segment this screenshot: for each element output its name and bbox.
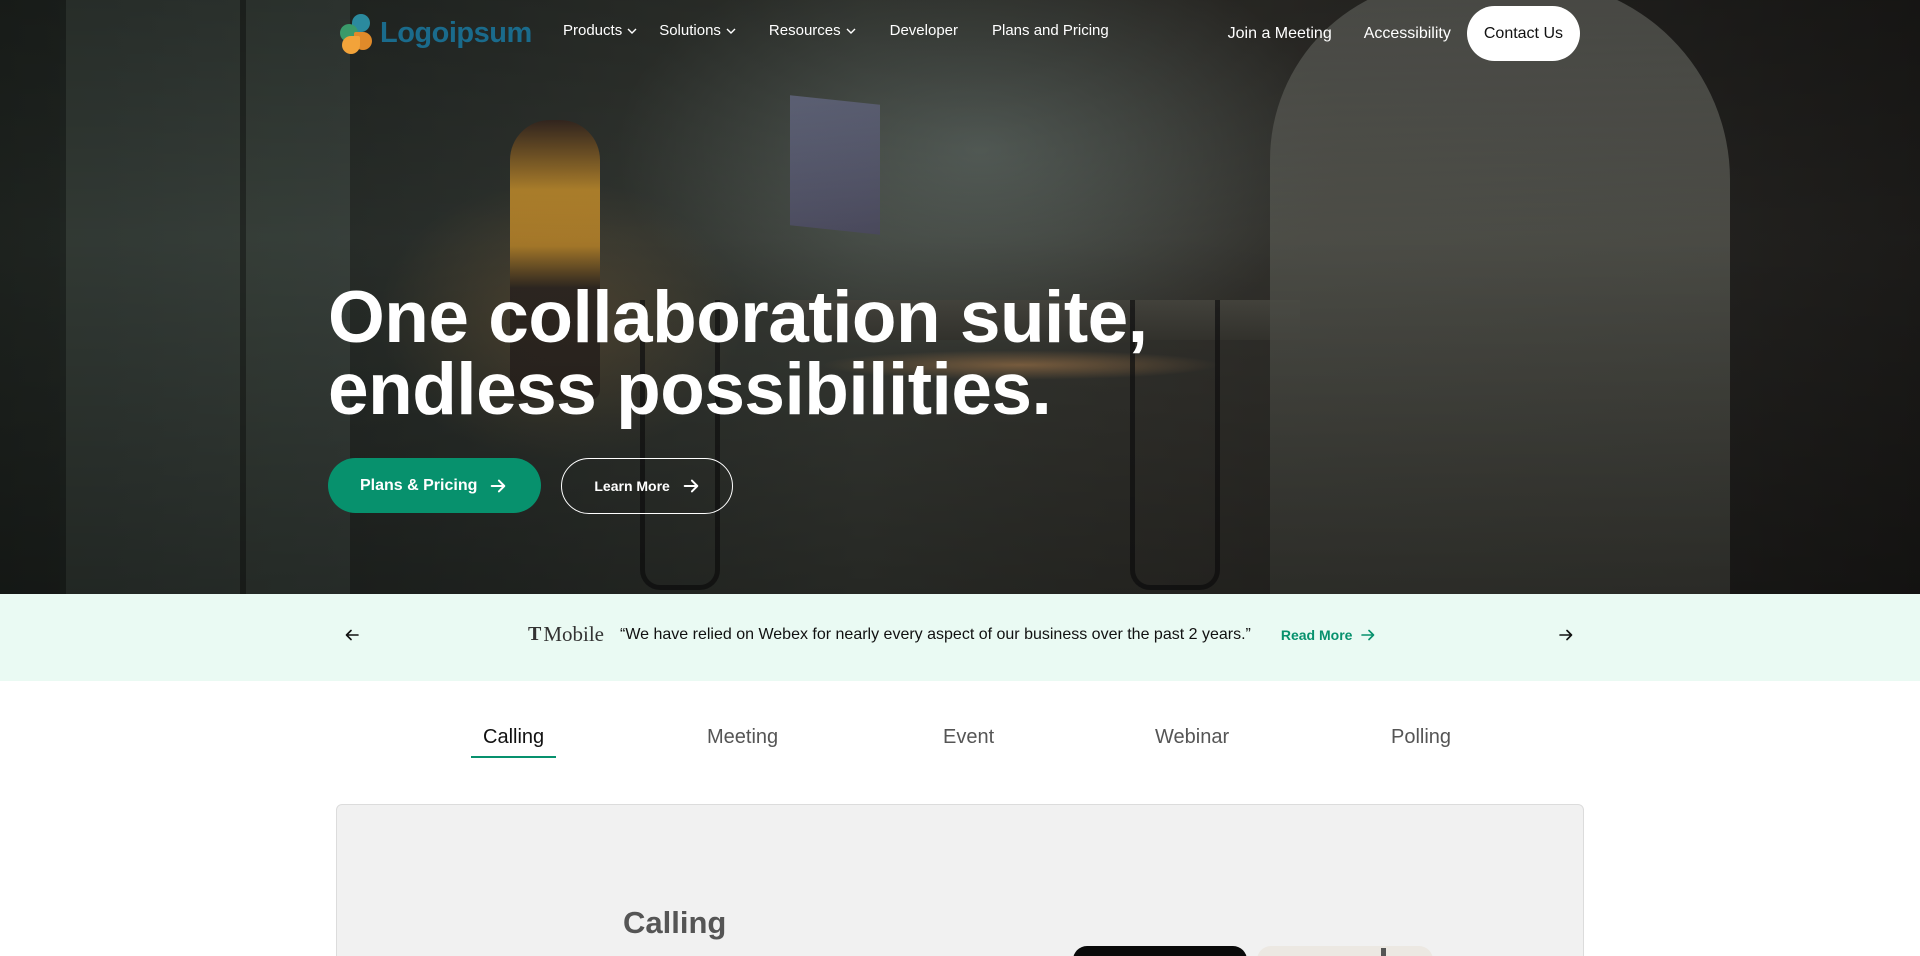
chevron-down-icon: [726, 28, 736, 34]
device-image: [1073, 946, 1247, 956]
hero-headline-line: One collaboration suite,: [328, 277, 1148, 358]
hero-headline: One collaboration suite, endless possibi…: [328, 277, 1228, 430]
testimonial-quote: “We have relied on Webex for nearly ever…: [620, 625, 1251, 643]
arrow-right-icon: [491, 479, 506, 492]
nav-item-label: Resources: [768, 22, 841, 39]
hero-headline-line: endless possibilities.: [328, 349, 1052, 430]
accessibility-link[interactable]: Accessibility: [1364, 25, 1451, 43]
nav-item-label: Products: [563, 22, 623, 39]
nav-item-resources[interactable]: Resources: [769, 22, 856, 39]
nav-item-plans-and-pricing[interactable]: Plans and Pricing: [992, 22, 1109, 39]
plans-pricing-button-label: Plans & Pricing: [360, 476, 478, 494]
tab-webinar[interactable]: Webinar: [1155, 726, 1229, 749]
nav-item-products[interactable]: Products: [563, 22, 637, 39]
chevron-down-icon: [627, 28, 637, 34]
next-testimonial-button[interactable]: [1558, 627, 1578, 647]
tab-polling[interactable]: Polling: [1391, 726, 1451, 749]
active-tab-indicator: [471, 756, 556, 758]
tmobile-logo: T Mobile: [528, 622, 604, 647]
join-meeting-link[interactable]: Join a Meeting: [1228, 25, 1332, 43]
nav-item-solutions[interactable]: Solutions: [659, 22, 736, 39]
arrow-right-icon: [1559, 629, 1573, 641]
logo-wordmark: Logoipsum: [380, 16, 532, 49]
tmobile-logo-glyph: T: [528, 623, 542, 645]
product-tabs: Calling Meeting Event Webinar Polling: [0, 720, 1920, 760]
nav-item-label: Solutions: [659, 22, 721, 39]
logo-icon: [338, 12, 376, 54]
arrow-left-icon: [345, 629, 359, 641]
logo[interactable]: Logoipsum: [338, 12, 532, 54]
device-image: [1257, 946, 1433, 956]
calling-panel: Calling: [336, 804, 1584, 956]
testimonial-strip: T Mobile “We have relied on Webex for ne…: [0, 594, 1920, 681]
hero-section: One collaboration suite, endless possibi…: [0, 0, 1920, 594]
plans-pricing-button[interactable]: Plans & Pricing: [328, 458, 542, 513]
read-more-link[interactable]: Read More: [1281, 627, 1377, 643]
learn-more-button-label: Learn More: [594, 478, 670, 494]
top-navigation: Logoipsum Products Solutions Resources D…: [0, 0, 1920, 66]
nav-item-developer[interactable]: Developer: [890, 22, 958, 39]
secondary-nav: Join a Meeting Accessibility Contact Us: [1228, 6, 1580, 61]
contact-us-button[interactable]: Contact Us: [1466, 6, 1580, 61]
arrow-right-icon: [1361, 629, 1375, 640]
tab-meeting[interactable]: Meeting: [707, 726, 778, 749]
nav-item-label: Developer: [889, 22, 958, 39]
panel-title: Calling: [623, 905, 727, 940]
tab-calling[interactable]: Calling: [483, 726, 544, 749]
tab-event[interactable]: Event: [943, 726, 994, 749]
nav-item-label: Plans and Pricing: [992, 22, 1109, 39]
hero-cta-row: Plans & Pricing Learn More: [328, 458, 733, 514]
primary-nav: Products Solutions Resources Developer P…: [563, 22, 1109, 39]
tmobile-logo-text: Mobile: [543, 622, 605, 646]
read-more-label: Read More: [1280, 626, 1353, 643]
testimonial-content: T Mobile “We have relied on Webex for ne…: [528, 622, 1376, 647]
chevron-down-icon: [846, 28, 856, 34]
arrow-right-icon: [683, 479, 699, 493]
learn-more-button[interactable]: Learn More: [561, 458, 733, 514]
previous-testimonial-button[interactable]: [344, 627, 364, 647]
